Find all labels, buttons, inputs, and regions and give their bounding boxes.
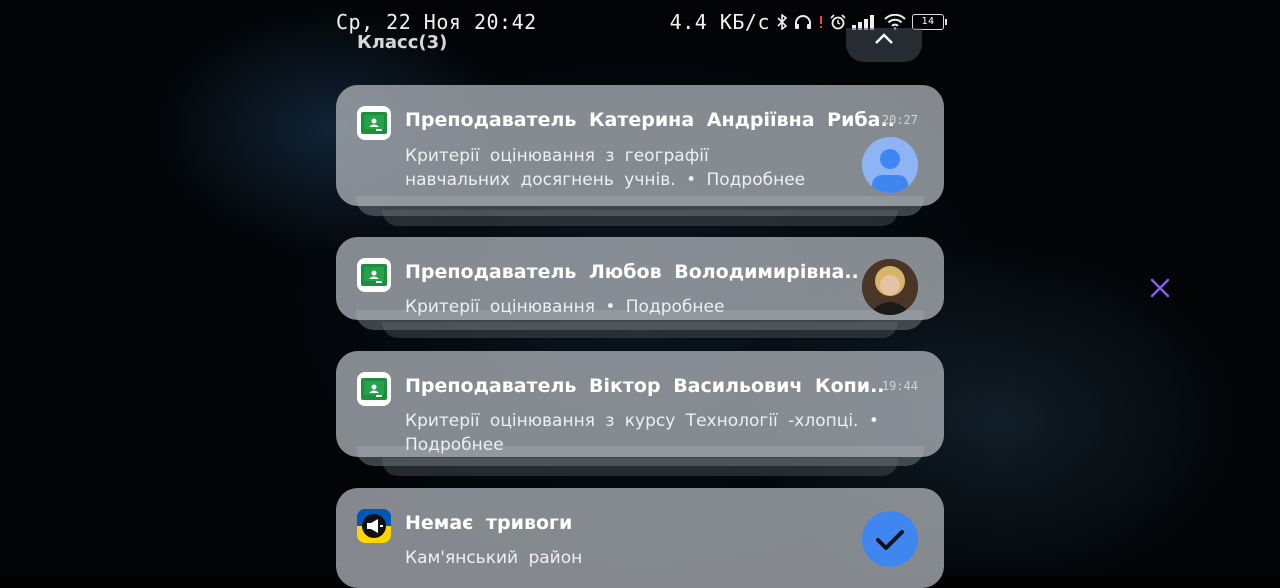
notification-body: Критерії оцінювання • Подробнее: [405, 295, 724, 319]
notification-body-line: Критерії оцінювання • Подробнее: [405, 297, 725, 317]
notification-card[interactable]: Преподаватель Катерина Андріївна Риба.. …: [336, 85, 944, 206]
headphones-icon: [794, 14, 812, 30]
collapse-group-button[interactable]: [846, 28, 922, 62]
notification-body: Критерії оцінювання з курсу Технології -…: [405, 409, 879, 457]
bluetooth-icon: [776, 14, 788, 30]
air-alert-megaphone-icon: [357, 509, 391, 543]
clear-all-notifications-button[interactable]: [1148, 276, 1172, 300]
notification-body-line: Критерії оцінювання з географії: [405, 146, 709, 166]
network-speed: 4.4 КБ/с: [669, 10, 770, 34]
notification-card[interactable]: Преподаватель Любов Володимирівна.. Крит…: [336, 237, 944, 320]
status-datetime: Ср, 22 Ноя 20:42: [336, 10, 537, 34]
close-icon: [1148, 278, 1172, 304]
notification-title: Преподаватель Віктор Васильович Копи..: [405, 375, 885, 397]
notification-card[interactable]: Немає тривоги Кам'янський район: [336, 488, 944, 588]
google-classroom-icon: [357, 106, 391, 140]
notification-body-line: Кам'янський район: [405, 548, 583, 568]
notification-body-line: Подробнее: [405, 435, 504, 455]
notification-card[interactable]: Преподаватель Віктор Васильович Копи.. 1…: [336, 351, 944, 457]
alarm-icon: [830, 14, 846, 30]
notification-title: Преподаватель Любов Володимирівна..: [405, 261, 859, 283]
notification-time: 20:27: [881, 113, 918, 127]
checkmark-icon: [862, 511, 918, 567]
notification-time: 19:44: [881, 379, 918, 393]
google-classroom-icon: [357, 372, 391, 406]
do-not-disturb-icon: [818, 14, 824, 30]
google-classroom-icon: [357, 258, 391, 292]
group-title: Класс(3): [357, 32, 448, 52]
notification-body-line: навчальних досягнень учнів. • Подробнее: [405, 170, 806, 190]
default-person-avatar: [862, 137, 918, 193]
notification-body: Критерії оцінювання з географії навчальн…: [405, 144, 805, 192]
notification-body-line: Критерії оцінювання з курсу Технології -…: [405, 411, 879, 431]
photo-avatar: [862, 259, 918, 315]
notification-title: Преподаватель Катерина Андріївна Риба..: [405, 109, 895, 131]
chevron-up-icon: [873, 28, 895, 52]
notification-title: Немає тривоги: [405, 512, 573, 534]
notification-body: Кам'янський район: [405, 546, 582, 570]
